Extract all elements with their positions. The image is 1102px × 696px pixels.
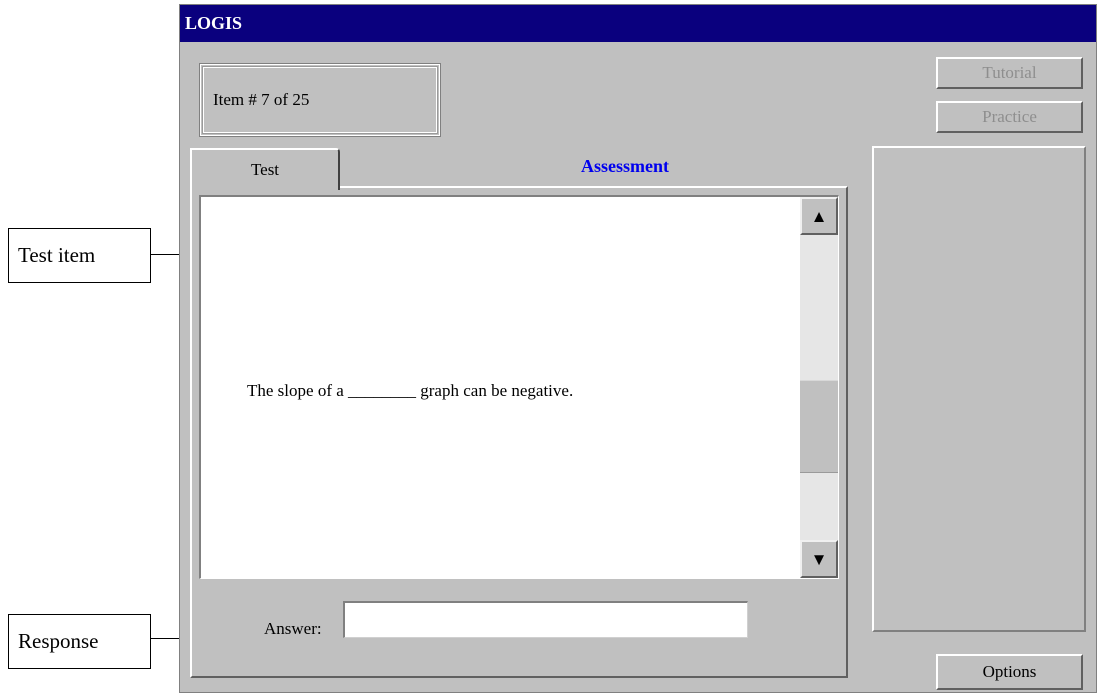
- assessment-heading-label: Assessment: [581, 155, 669, 176]
- tutorial-button[interactable]: Tutorial: [936, 57, 1083, 89]
- arrow-down-icon: ▼: [810, 549, 828, 569]
- item-counter-box: Item # 7 of 25: [199, 63, 441, 137]
- title-bar: LOGIS: [180, 5, 1096, 42]
- options-button[interactable]: Options: [936, 654, 1083, 690]
- logis-window: LOGIS Item # 7 of 25 Tutorial Practice O…: [179, 4, 1097, 693]
- scroll-down-button[interactable]: ▼: [800, 540, 838, 578]
- scroll-up-button[interactable]: ▲: [800, 197, 838, 235]
- question-text: The slope of a ________ graph can be neg…: [247, 381, 574, 400]
- practice-button[interactable]: Practice: [936, 101, 1083, 133]
- tutorial-button-label: Tutorial: [982, 63, 1037, 82]
- callout-test-item-label: Test item: [18, 243, 96, 267]
- side-panel: [872, 146, 1086, 632]
- test-item-content: The slope of a ________ graph can be neg…: [199, 195, 839, 579]
- callout-test-item: Test item: [8, 228, 151, 283]
- scroll-thumb[interactable]: [800, 380, 838, 473]
- options-button-label: Options: [982, 662, 1037, 681]
- tab-test-label: Test: [250, 160, 280, 179]
- assessment-heading: Assessment: [340, 151, 910, 181]
- arrow-up-icon: ▲: [810, 206, 828, 226]
- content-scrollbar[interactable]: ▲ ▼: [800, 197, 838, 578]
- callout-response-label: Response: [18, 629, 99, 653]
- window-title: LOGIS: [185, 13, 243, 33]
- answer-input[interactable]: [343, 601, 748, 638]
- practice-button-label: Practice: [982, 107, 1037, 126]
- item-counter: Item # 7 of 25: [202, 66, 438, 134]
- callout-response: Response: [8, 614, 151, 669]
- tab-test[interactable]: Test: [190, 148, 340, 190]
- answer-label: Answer:: [264, 619, 322, 638]
